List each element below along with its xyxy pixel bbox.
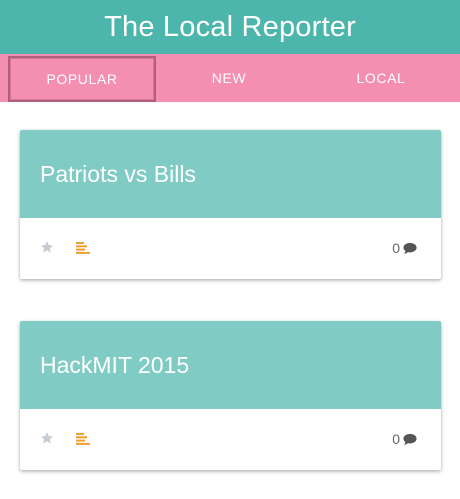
comment-icon [403, 242, 417, 254]
article-title[interactable]: HackMIT 2015 [40, 352, 189, 379]
comment-count: 0 [392, 240, 400, 256]
article-title[interactable]: Patriots vs Bills [40, 161, 196, 188]
card-header[interactable]: HackMIT 2015 [20, 321, 441, 409]
card-header[interactable]: Patriots vs Bills [20, 130, 441, 218]
comment-count: 0 [392, 431, 400, 447]
article-card[interactable]: Patriots vs Bills 0 [20, 130, 441, 279]
comment-count-button[interactable]: 0 [392, 240, 417, 256]
card-footer: 0 [20, 409, 441, 470]
article-lines-icon[interactable] [76, 242, 90, 254]
app-title: The Local Reporter [104, 10, 356, 43]
tab-new[interactable]: NEW [156, 54, 302, 102]
card-footer: 0 [20, 218, 441, 279]
comment-icon [403, 433, 417, 445]
tab-local[interactable]: LOCAL [302, 54, 460, 102]
tab-bar: POPULAR NEW LOCAL [0, 54, 460, 102]
tab-popular[interactable]: POPULAR [8, 56, 156, 102]
star-icon[interactable] [40, 431, 54, 445]
comment-count-button[interactable]: 0 [392, 431, 417, 447]
app-bar: The Local Reporter [0, 0, 460, 54]
star-icon[interactable] [40, 240, 54, 254]
article-card[interactable]: HackMIT 2015 0 [20, 321, 441, 470]
article-lines-icon[interactable] [76, 433, 90, 445]
